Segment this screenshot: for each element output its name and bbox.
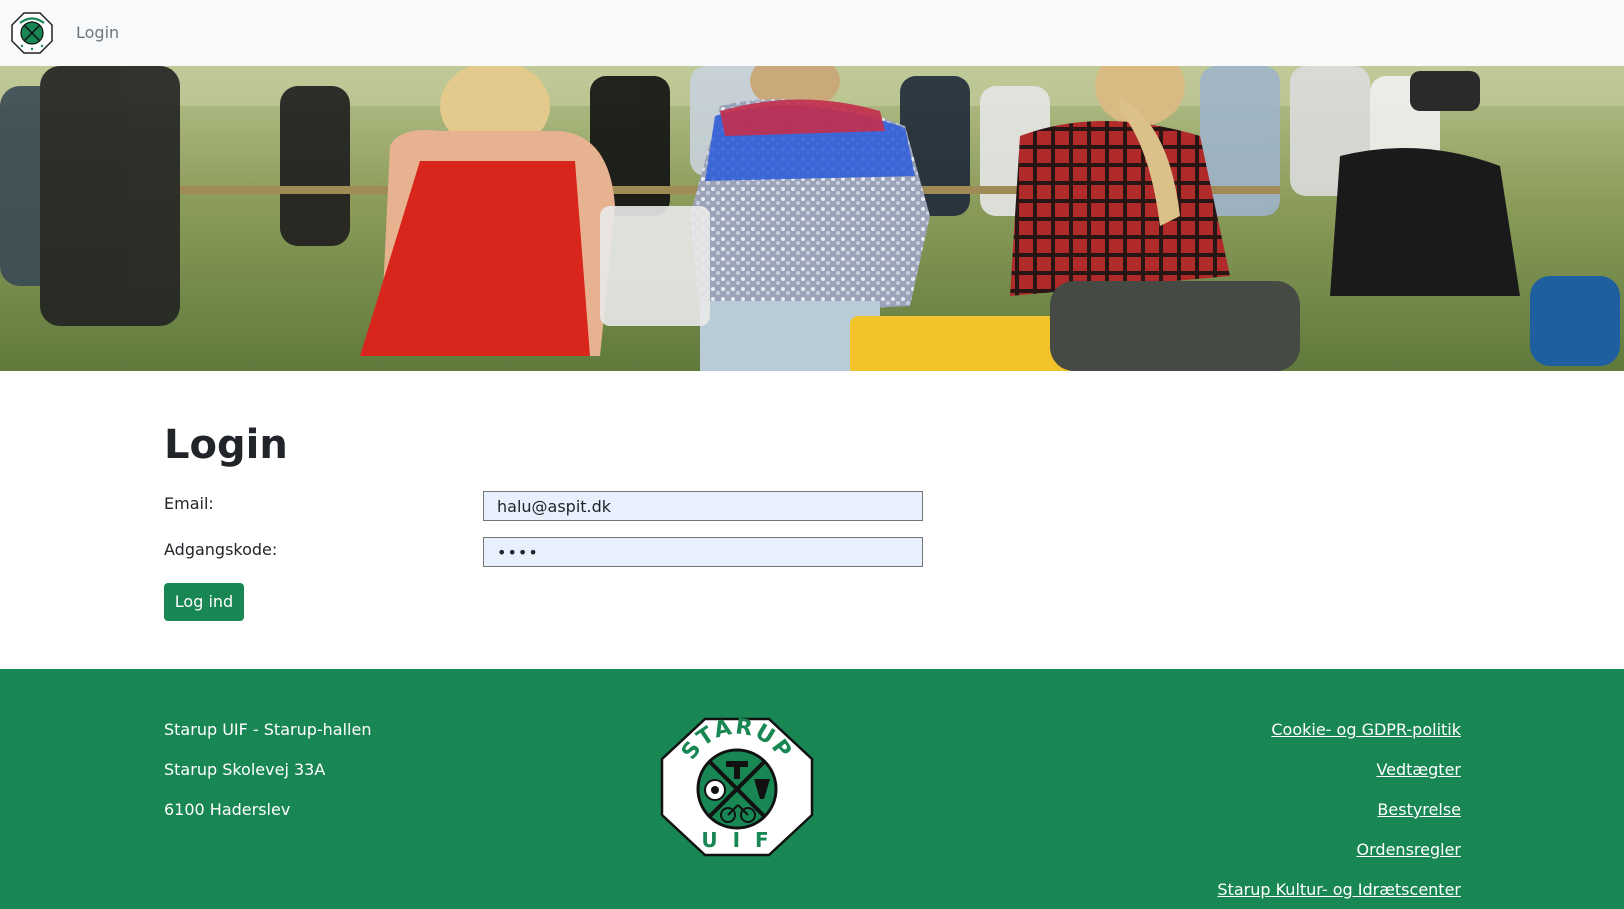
footer-link-cookie-gdpr[interactable]: Cookie- og GDPR-politik <box>1271 719 1461 741</box>
footer-address-line: 6100 Haderslev <box>164 800 291 819</box>
logo-bottom-text: U I F <box>701 828 772 852</box>
club-logo-icon: STARUP U I F <box>660 717 814 857</box>
club-logo-icon[interactable] <box>11 12 53 54</box>
footer-link-ordensregler[interactable]: Ordensregler <box>1357 839 1461 861</box>
email-field[interactable] <box>483 491 923 521</box>
page-title: Login <box>164 422 288 468</box>
password-field[interactable] <box>483 537 923 567</box>
nav-login-link[interactable]: Login <box>76 22 119 44</box>
footer-address-line: Starup Skolevej 33A <box>164 760 326 779</box>
hero-image <box>0 66 1624 371</box>
footer-address-line: Starup UIF - Starup-hallen <box>164 720 372 739</box>
password-label: Adgangskode: <box>164 540 278 559</box>
footer-link-vedtaegter[interactable]: Vedtægter <box>1376 759 1461 781</box>
login-button[interactable]: Log ind <box>164 583 244 621</box>
footer-link-bestyrelse[interactable]: Bestyrelse <box>1377 799 1461 821</box>
navbar: Login <box>0 0 1624 66</box>
footer-link-kultur-center[interactable]: Starup Kultur- og Idrætscenter <box>1217 879 1461 901</box>
email-label: Email: <box>164 494 214 513</box>
footer: Starup UIF - Starup-hallen Starup Skolev… <box>0 669 1624 909</box>
hero-banner <box>0 66 1624 371</box>
login-section: Login Email: Adgangskode: Log ind <box>0 371 1624 669</box>
